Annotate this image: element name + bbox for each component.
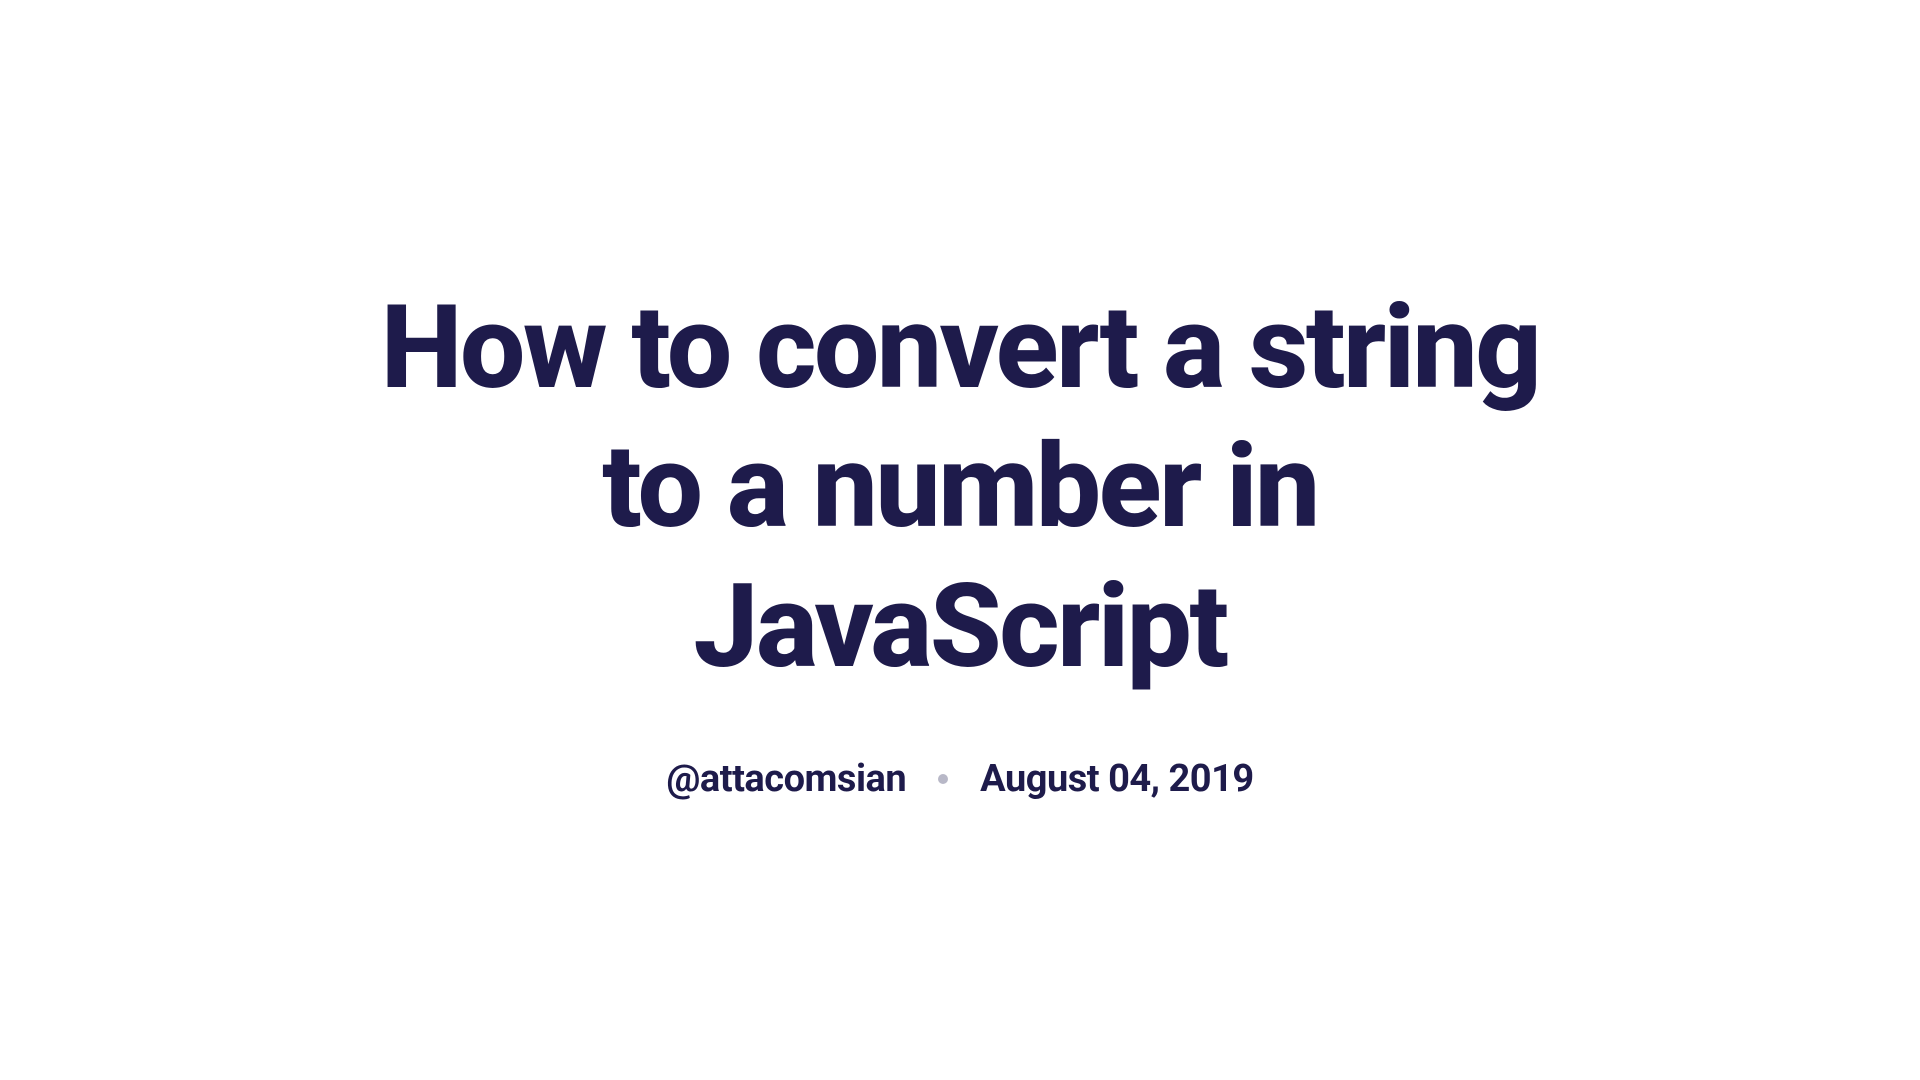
article-title: How to convert a string to a number in J…	[360, 279, 1560, 697]
article-header: How to convert a string to a number in J…	[360, 279, 1560, 801]
article-meta: @attacomsian August 04, 2019	[360, 757, 1560, 801]
article-date: August 04, 2019	[980, 757, 1254, 801]
meta-separator	[938, 774, 948, 784]
article-author[interactable]: @attacomsian	[666, 757, 906, 801]
